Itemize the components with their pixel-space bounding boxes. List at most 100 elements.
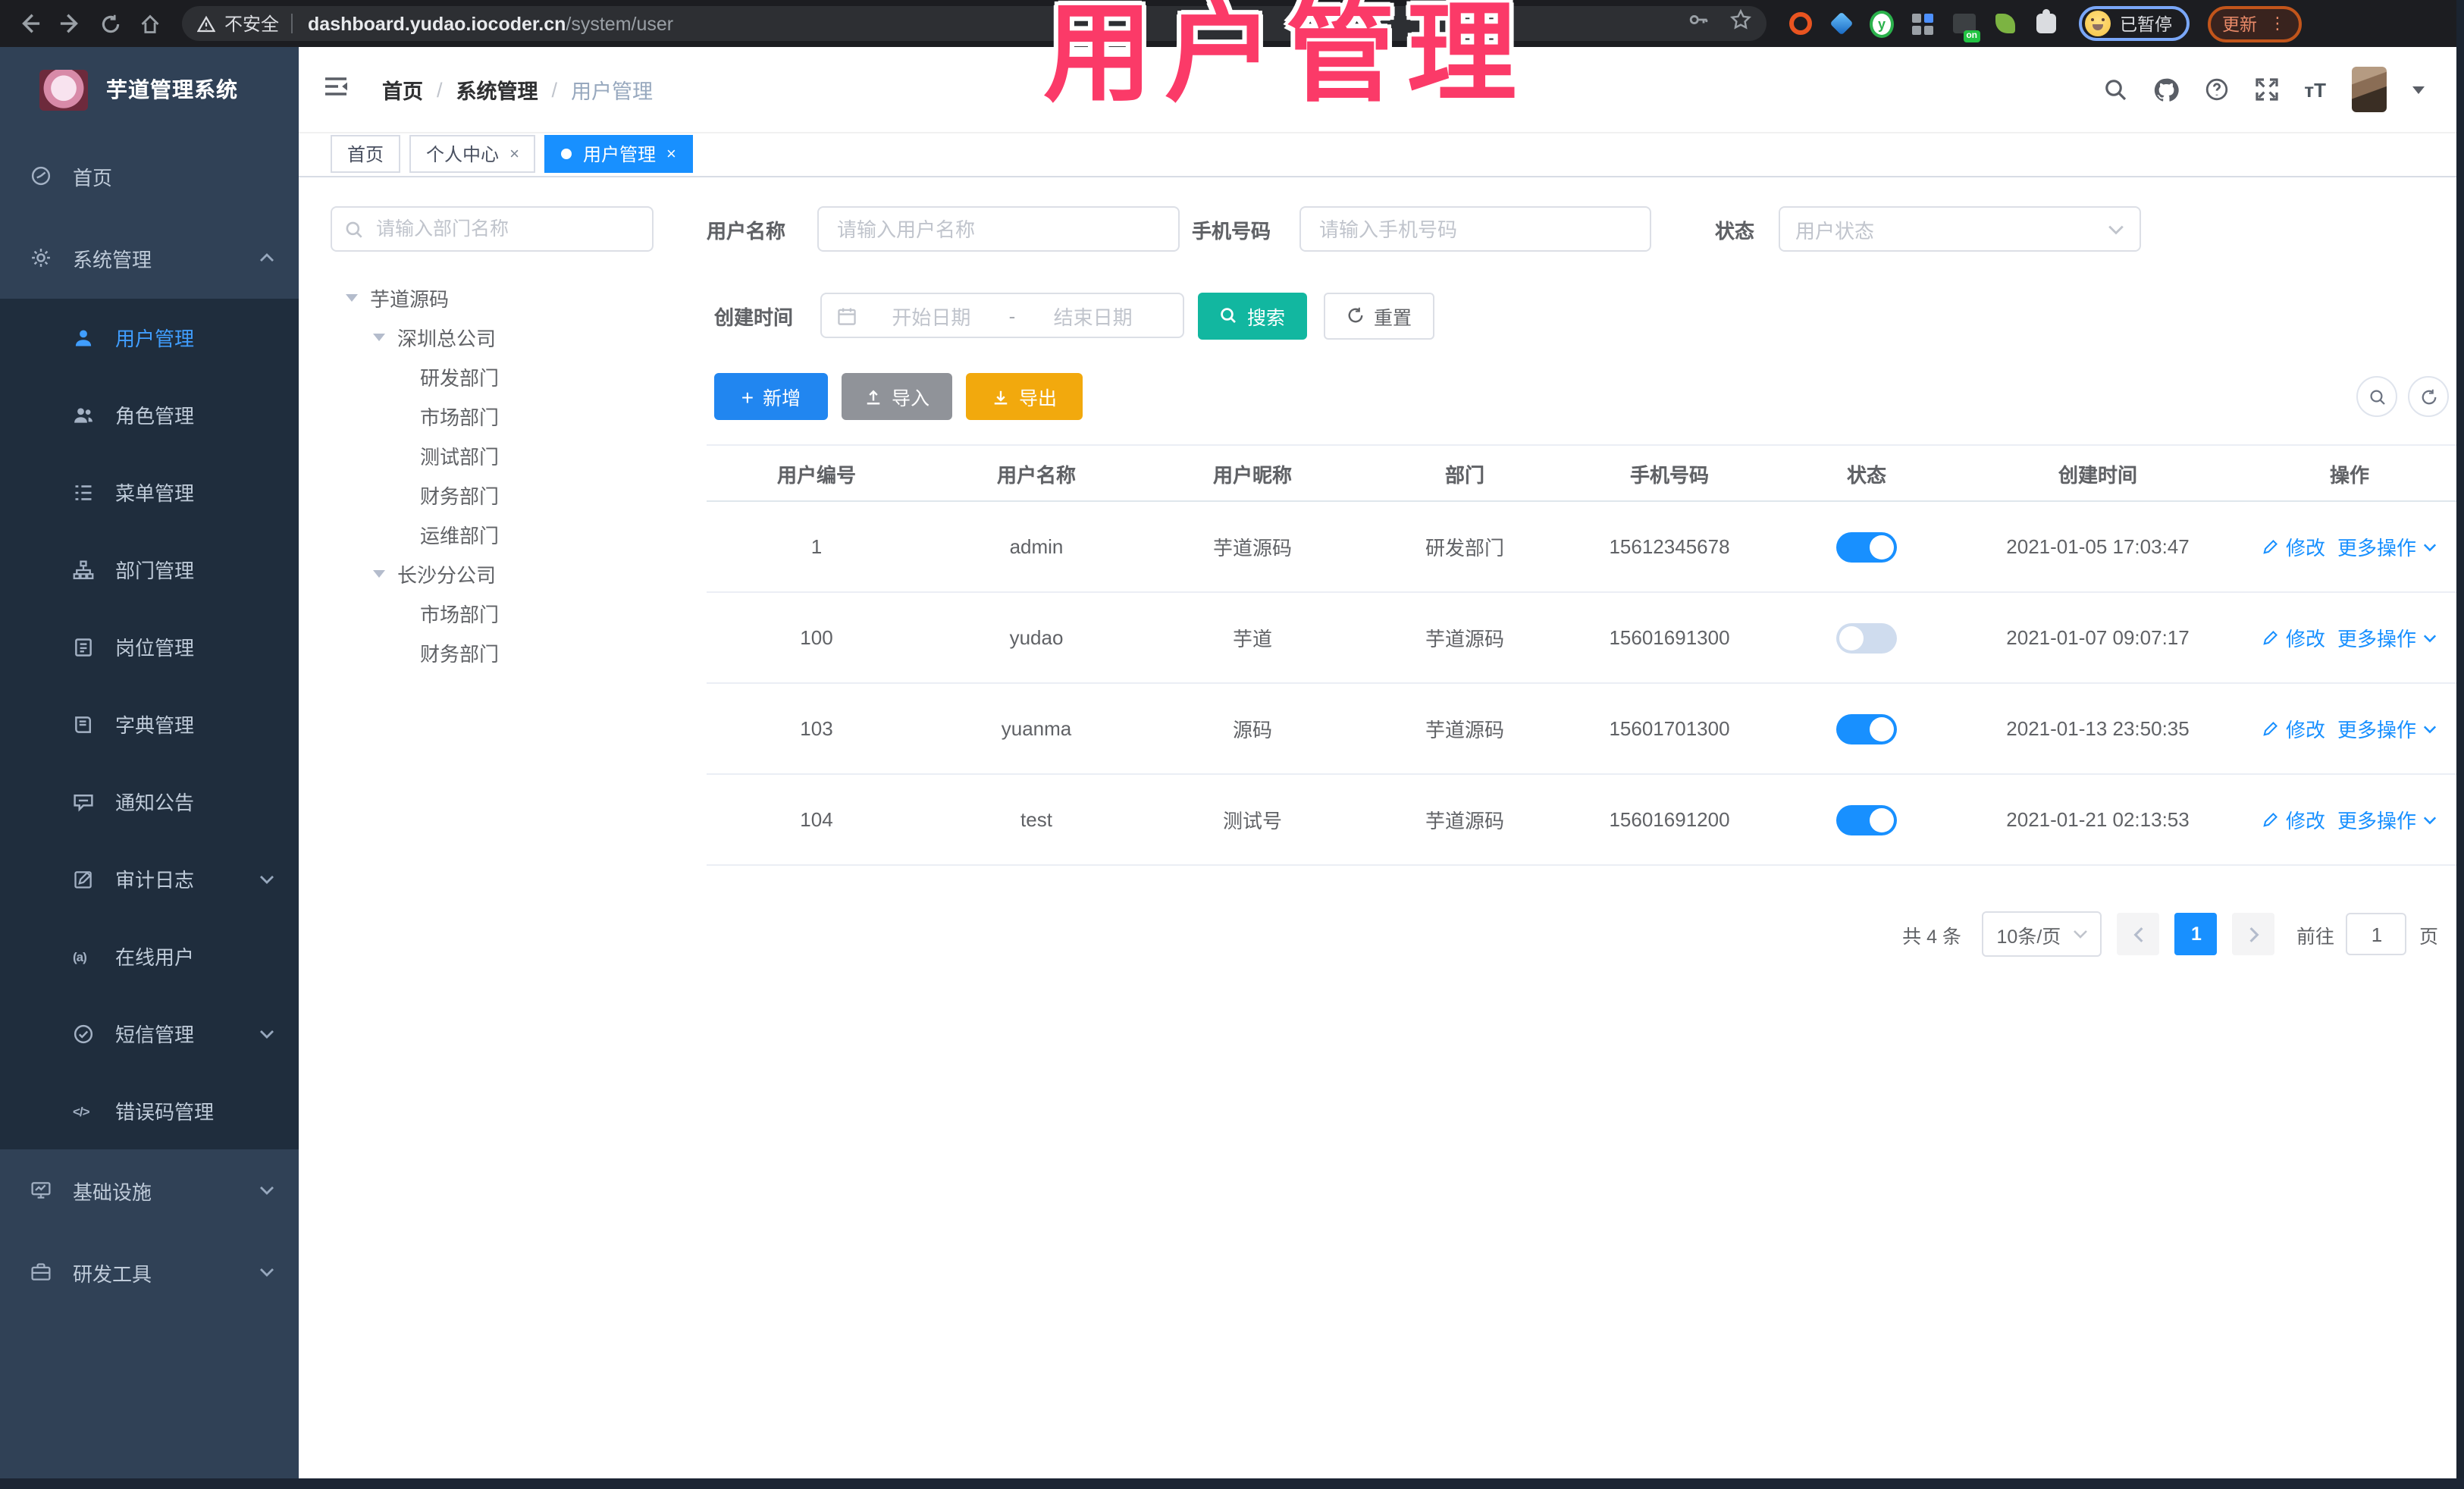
tab-home[interactable]: 首页 <box>331 135 401 173</box>
github-icon[interactable] <box>2152 77 2179 102</box>
sidebar-item-home[interactable]: 首页 <box>0 135 299 217</box>
breadcrumb-home[interactable]: 首页 <box>382 74 423 105</box>
extensions-puzzle-icon[interactable] <box>2033 9 2058 36</box>
kebab-menu-icon[interactable]: ⋮ <box>2269 15 2286 32</box>
sidebar-item-dicts[interactable]: 字典管理 <box>0 685 299 763</box>
extension-leaf-icon[interactable] <box>1992 11 2017 36</box>
user-icon <box>75 329 92 346</box>
key-icon[interactable] <box>1688 9 1709 38</box>
sidebar-item-notices[interactable]: 通知公告 <box>0 763 299 840</box>
sidebar-item-posts[interactable]: 岗位管理 <box>0 608 299 685</box>
breadcrumb-system[interactable]: 系统管理 <box>456 74 538 105</box>
window-right-scrollbar[interactable] <box>2456 0 2464 1489</box>
url-bar[interactable]: 不安全 dashboard.yudao.iocoder.cn/system/us… <box>182 6 1766 41</box>
extension-grid-icon[interactable] <box>1911 11 1935 36</box>
tab-profile[interactable]: 个人中心 × <box>409 135 536 173</box>
caret-down-icon[interactable] <box>373 333 385 340</box>
avatar-caret-icon[interactable] <box>2412 86 2425 93</box>
security-label[interactable]: 不安全 <box>224 11 279 36</box>
forward-icon[interactable] <box>59 12 82 35</box>
tab-user-management[interactable]: 用户管理 × <box>544 135 693 173</box>
next-page-button[interactable] <box>2232 913 2275 955</box>
status-toggle[interactable] <box>1836 622 1897 653</box>
refresh-table-button[interactable] <box>2408 376 2449 417</box>
sidebar-collapse-icon[interactable] <box>323 74 349 105</box>
add-button[interactable]: + 新增 <box>714 373 828 420</box>
cell-nickname: 测试号 <box>1222 810 1282 832</box>
edit-link[interactable]: 修改 <box>2263 805 2325 834</box>
sidebar-item-infrastructure[interactable]: 基础设施 <box>0 1149 299 1231</box>
goto-page-input[interactable] <box>2346 913 2407 955</box>
more-actions-link[interactable]: 更多操作 <box>2337 623 2436 652</box>
back-icon[interactable] <box>18 12 41 35</box>
sidebar-item-audit-logs[interactable]: 审计日志 <box>0 840 299 917</box>
date-range-picker[interactable]: 开始日期 - 结束日期 <box>820 293 1184 338</box>
sidebar-item-dev-tools[interactable]: 研发工具 <box>0 1231 299 1313</box>
extension-gem-icon[interactable] <box>1829 11 1853 36</box>
status-toggle[interactable] <box>1836 804 1897 835</box>
url-host[interactable]: dashboard.yudao.iocoder.cn <box>308 13 566 34</box>
more-actions-link[interactable]: 更多操作 <box>2337 714 2436 743</box>
department-search-input[interactable] <box>373 217 640 241</box>
home-icon[interactable] <box>140 13 161 34</box>
mobile-field[interactable] <box>1299 206 1651 252</box>
tree-node-dept[interactable]: 运维部门 <box>331 514 685 553</box>
sidebar-item-departments[interactable]: 部门管理 <box>0 531 299 608</box>
mobile-input[interactable] <box>1316 216 1635 242</box>
sidebar-item-online-users[interactable]: (a) 在线用户 <box>0 917 299 995</box>
page-size-select[interactable]: 10条/页 <box>1982 911 2102 957</box>
url-path[interactable]: /system/user <box>566 13 673 34</box>
status-select[interactable]: 用户状态 <box>1779 206 2141 252</box>
user-avatar[interactable] <box>2352 67 2387 112</box>
browser-profile-chip[interactable]: 已暂停 <box>2079 6 2189 41</box>
username-input[interactable] <box>834 216 1163 242</box>
edit-link[interactable]: 修改 <box>2263 623 2325 652</box>
caret-down-icon[interactable] <box>346 293 358 301</box>
sidebar-item-menus[interactable]: 菜单管理 <box>0 453 299 531</box>
page-number-button[interactable]: 1 <box>2174 913 2218 955</box>
prev-page-button[interactable] <box>2117 913 2160 955</box>
reload-icon[interactable] <box>100 13 121 34</box>
edit-link[interactable]: 修改 <box>2263 714 2325 743</box>
tree-node-dept[interactable]: 市场部门 <box>331 593 685 632</box>
status-toggle[interactable] <box>1836 713 1897 744</box>
extension-y-icon[interactable]: y <box>1870 10 1894 37</box>
export-button[interactable]: 导出 <box>966 373 1083 420</box>
tree-node-company[interactable]: 深圳总公司 <box>331 317 685 356</box>
sidebar-item-roles[interactable]: 角色管理 <box>0 376 299 453</box>
more-actions-link[interactable]: 更多操作 <box>2337 805 2436 834</box>
sidebar-item-system[interactable]: 系统管理 <box>0 217 299 299</box>
import-button[interactable]: 导入 <box>842 373 952 420</box>
search-icon[interactable] <box>2102 77 2127 102</box>
toggle-search-icon-button[interactable] <box>2356 376 2397 417</box>
fullscreen-icon[interactable] <box>2254 77 2278 102</box>
edit-link[interactable]: 修改 <box>2263 532 2325 561</box>
extension-onetab-icon[interactable]: on <box>1951 11 1980 42</box>
search-button[interactable]: 搜索 <box>1198 292 1307 339</box>
extension-ubuntu-icon[interactable] <box>1788 11 1812 36</box>
browser-update-button[interactable]: 更新 ⋮ <box>2207 5 2301 42</box>
username-field[interactable] <box>817 206 1180 252</box>
app-logo-row[interactable]: 芋道管理系统 <box>0 47 299 132</box>
font-size-icon[interactable]: тT <box>2304 78 2326 101</box>
sidebar-item-users[interactable]: 用户管理 <box>0 299 299 376</box>
help-icon[interactable] <box>2204 77 2228 102</box>
bookmark-star-icon[interactable] <box>1729 8 1752 38</box>
tree-node-dept[interactable]: 财务部门 <box>331 632 685 672</box>
close-icon[interactable]: × <box>666 145 676 163</box>
list-icon <box>75 484 92 500</box>
tree-node-root[interactable]: 芋道源码 <box>331 277 685 317</box>
department-search[interactable] <box>331 206 654 252</box>
sidebar-item-error-codes[interactable]: </> 错误码管理 <box>0 1072 299 1149</box>
tree-node-dept[interactable]: 市场部门 <box>331 396 685 435</box>
sidebar-item-sms[interactable]: 短信管理 <box>0 995 299 1072</box>
tree-node-dept[interactable]: 测试部门 <box>331 435 685 475</box>
status-toggle[interactable] <box>1836 531 1897 562</box>
tree-node-company[interactable]: 长沙分公司 <box>331 553 685 593</box>
reset-button[interactable]: 重置 <box>1324 292 1434 339</box>
more-actions-link[interactable]: 更多操作 <box>2337 532 2436 561</box>
close-icon[interactable]: × <box>509 145 519 163</box>
tree-node-dept[interactable]: 研发部门 <box>331 356 685 396</box>
caret-down-icon[interactable] <box>373 569 385 577</box>
tree-node-dept[interactable]: 财务部门 <box>331 475 685 514</box>
